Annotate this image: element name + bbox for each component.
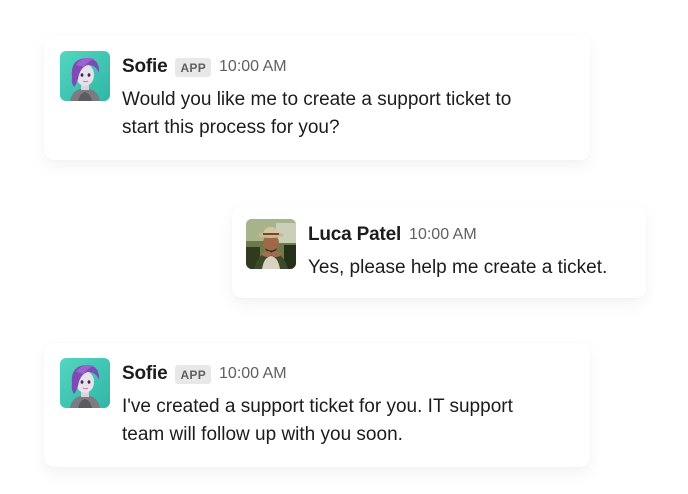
timestamp[interactable]: 10:00 AM	[219, 58, 287, 76]
message-text: Yes, please help me create a ticket.	[308, 254, 607, 282]
luca-avatar[interactable]	[246, 219, 296, 269]
sender-name[interactable]: Sofie	[122, 56, 168, 78]
timestamp[interactable]: 10:00 AM	[219, 365, 287, 383]
message-header: Luca Patel 10:00 AM	[308, 222, 477, 248]
timestamp[interactable]: 10:00 AM	[409, 226, 477, 244]
app-badge: APP	[175, 57, 212, 77]
bot-avatar-icon	[60, 358, 110, 408]
message-line: start this process for you?	[122, 117, 340, 138]
message-card: Luca Patel 10:00 AM Yes, please help me …	[232, 206, 646, 298]
sender-name[interactable]: Luca Patel	[308, 224, 401, 246]
message-header: Sofie APP 10:00 AM	[122, 54, 287, 80]
sofie-avatar[interactable]	[60, 51, 110, 101]
message-header: Sofie APP 10:00 AM	[122, 361, 287, 387]
sofie-avatar[interactable]	[60, 358, 110, 408]
message-text: Would you like me to create a support ti…	[122, 86, 511, 142]
sender-name[interactable]: Sofie	[122, 363, 168, 385]
app-badge: APP	[175, 364, 212, 384]
message-line: I've created a support ticket for you. I…	[122, 396, 513, 417]
message-card: Sofie APP 10:00 AM I've created a suppor…	[44, 343, 590, 467]
message-line: team will follow up with you soon.	[122, 424, 403, 445]
message-text: I've created a support ticket for you. I…	[122, 393, 513, 449]
message-line: Would you like me to create a support ti…	[122, 89, 512, 110]
user-photo-avatar	[246, 219, 296, 269]
message-line: Yes, please help me create a ticket.	[308, 257, 608, 278]
message-card: Sofie APP 10:00 AM Would you like me to …	[44, 36, 590, 160]
bot-avatar-icon	[60, 51, 110, 101]
